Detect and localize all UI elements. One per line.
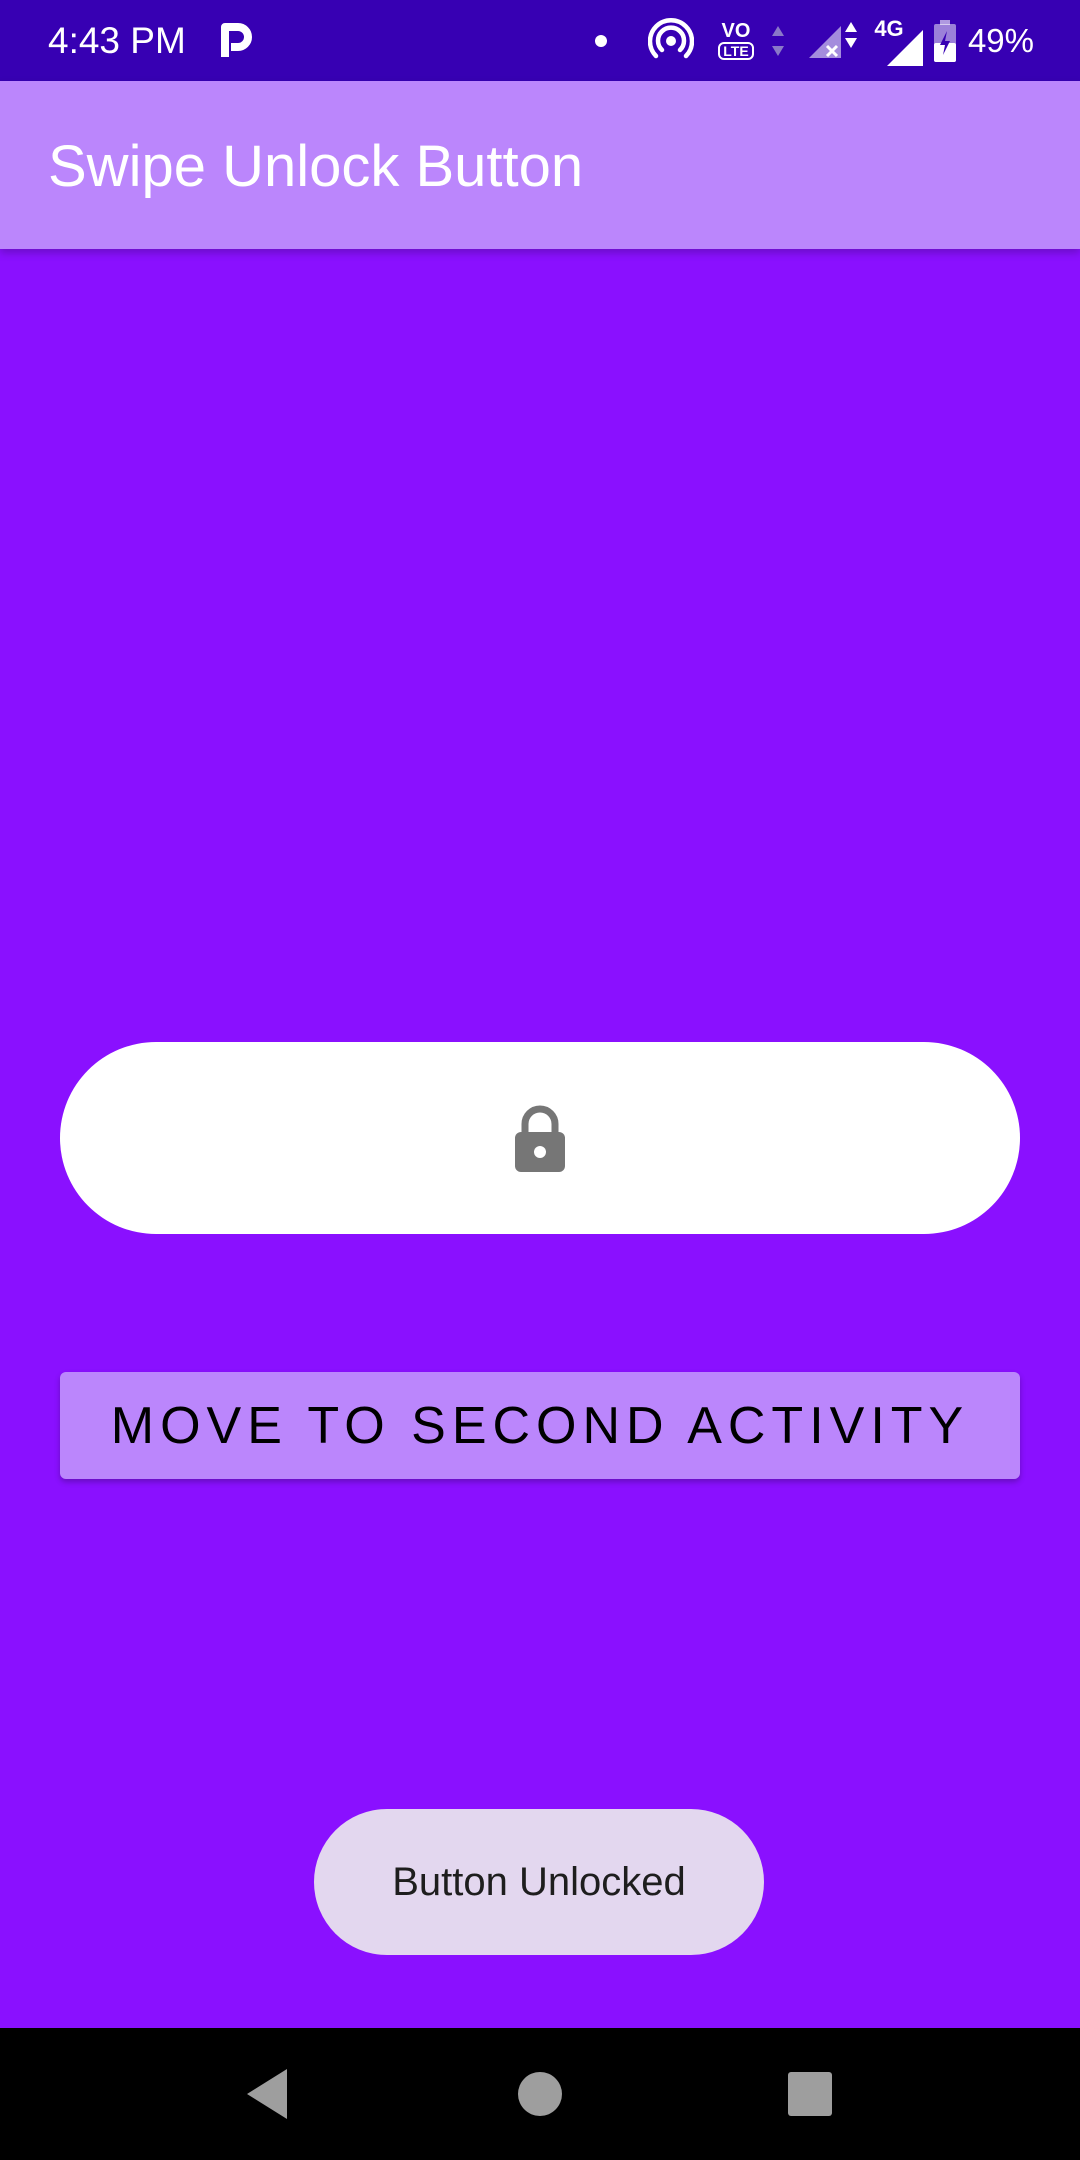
screen: 4:43 PM VO LTE 4G 49% Swipe Unlock Butto… [0, 0, 1080, 2160]
status-bar: 4:43 PM VO LTE 4G 49% [0, 0, 1080, 81]
status-time: 4:43 PM [48, 20, 186, 61]
data-arrows-icon [768, 0, 788, 81]
navigation-bar [0, 2028, 1080, 2160]
back-icon[interactable] [207, 2028, 327, 2160]
lock-icon[interactable] [510, 1102, 570, 1174]
volte-label-bottom: LTE [718, 42, 754, 60]
battery-icon [930, 0, 960, 81]
app-title: Swipe Unlock Button [48, 134, 584, 199]
battery-percent: 49% [967, 22, 1034, 59]
toast-message: Button Unlocked [314, 1809, 764, 1955]
dot-icon [590, 0, 612, 81]
home-icon[interactable] [480, 2028, 600, 2160]
move-to-second-activity-button[interactable]: MOVE TO SECOND ACTIVITY [60, 1372, 1020, 1479]
signal-icon [884, 0, 926, 81]
recents-icon[interactable] [750, 2028, 870, 2160]
volte-label-top: VO [721, 20, 751, 42]
app-bar: Swipe Unlock Button [0, 81, 1080, 249]
volte-icon: VO LTE [714, 0, 758, 81]
hotspot-icon [646, 0, 696, 81]
parking-icon [216, 0, 256, 81]
signal-x-icon [804, 0, 866, 81]
